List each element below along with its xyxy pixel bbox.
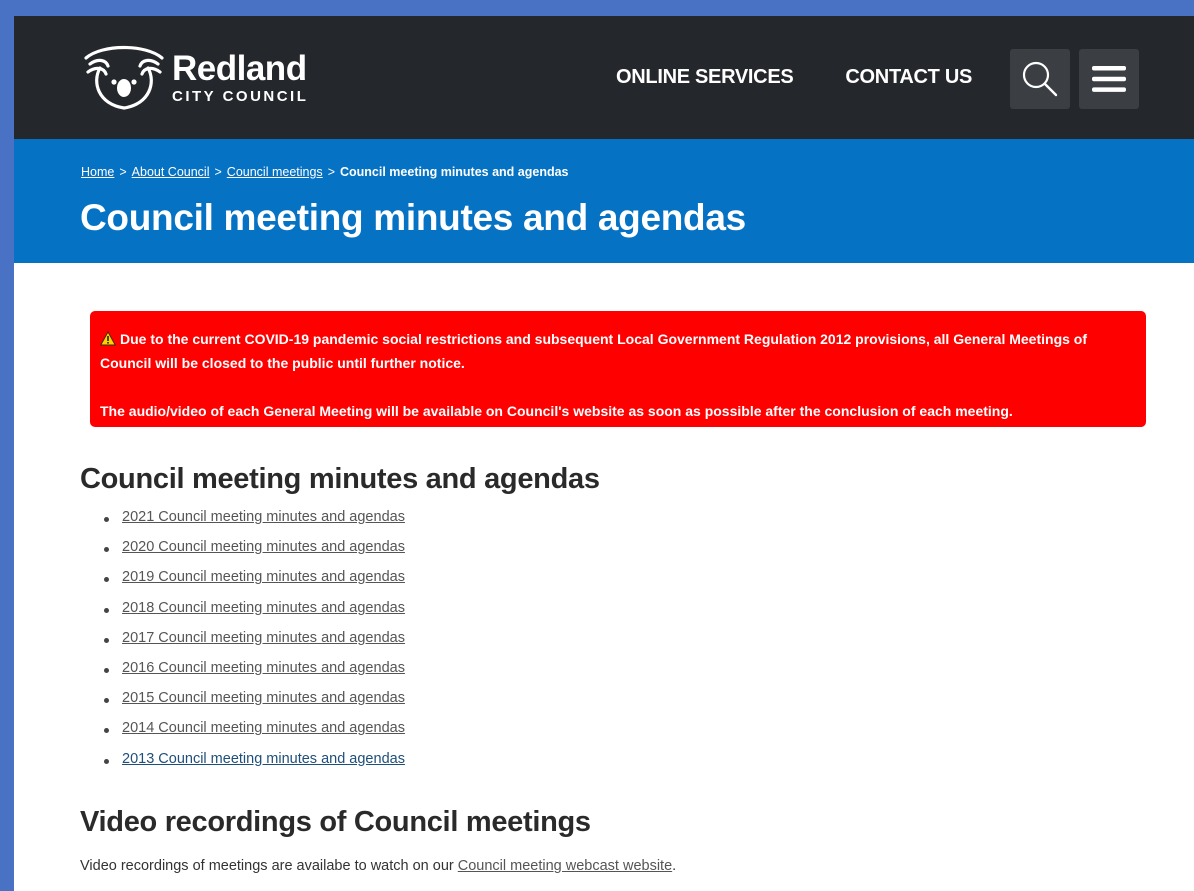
video-heading: Video recordings of Council meetings	[80, 806, 591, 838]
logo-wordmark: Redland CITY COUNCIL	[172, 51, 308, 104]
minutes-list: 2021 Council meeting minutes and agendas…	[104, 509, 405, 781]
alert-text-2: The audio/video of each General Meeting …	[100, 403, 1013, 419]
minutes-link-2016[interactable]: 2016 Council meeting minutes and agendas	[122, 660, 405, 676]
warning-icon	[100, 331, 116, 346]
video-text-after: .	[672, 858, 677, 874]
list-item: 2014 Council meeting minutes and agendas	[104, 720, 405, 750]
site-header: Redland CITY COUNCIL ONLINE SERVICES CON…	[14, 16, 1194, 139]
minutes-link-2018[interactable]: 2018 Council meeting minutes and agendas	[122, 600, 405, 616]
koala-logo-icon	[84, 45, 164, 110]
video-description: Video recordings of meetings are availab…	[80, 858, 676, 874]
breadcrumb: Home > About Council > Council meetings > Coun…	[81, 165, 569, 179]
menu-button[interactable]	[1079, 49, 1139, 109]
main-nav: ONLINE SERVICES CONTACT US	[616, 16, 972, 139]
search-button[interactable]	[1010, 49, 1070, 109]
browser-viewport: Redland CITY COUNCIL ONLINE SERVICES CON…	[14, 16, 1194, 891]
hamburger-menu-icon	[1092, 66, 1126, 92]
list-item: 2019 Council meeting minutes and agendas	[104, 569, 405, 599]
nav-online-services[interactable]: ONLINE SERVICES	[616, 66, 794, 89]
video-text-before: Video recordings of meetings are availab…	[80, 858, 458, 874]
list-item: 2021 Council meeting minutes and agendas	[104, 509, 405, 539]
minutes-link-2021[interactable]: 2021 Council meeting minutes and agendas	[122, 509, 405, 525]
breadcrumb-about-council[interactable]: About Council	[132, 165, 210, 179]
list-item: 2020 Council meeting minutes and agendas	[104, 539, 405, 569]
list-item: 2017 Council meeting minutes and agendas	[104, 630, 405, 660]
minutes-heading: Council meeting minutes and agendas	[80, 463, 600, 495]
breadcrumb-separator: >	[119, 165, 127, 179]
search-icon	[1022, 61, 1058, 97]
breadcrumb-current: Council meeting minutes and agendas	[340, 165, 569, 179]
site-logo[interactable]: Redland CITY COUNCIL	[78, 38, 308, 116]
minutes-link-2014[interactable]: 2014 Council meeting minutes and agendas	[122, 720, 405, 736]
logo-subtitle: CITY COUNCIL	[172, 87, 309, 105]
page-title: Council meeting minutes and agendas	[80, 197, 746, 238]
breadcrumb-separator: >	[327, 165, 335, 179]
nav-contact-us[interactable]: CONTACT US	[845, 66, 972, 89]
list-item: 2015 Council meeting minutes and agendas	[104, 690, 405, 720]
minutes-link-2013[interactable]: 2013 Council meeting minutes and agendas	[122, 751, 405, 767]
list-item: 2016 Council meeting minutes and agendas	[104, 660, 405, 690]
breadcrumb-council-meetings[interactable]: Council meetings	[227, 165, 323, 179]
webcast-website-link[interactable]: Council meeting webcast website	[458, 858, 672, 874]
covid-alert: Due to the current COVID-19 pandemic soc…	[90, 311, 1146, 427]
list-item: 2018 Council meeting minutes and agendas	[104, 600, 405, 630]
minutes-link-2019[interactable]: 2019 Council meeting minutes and agendas	[122, 569, 405, 585]
minutes-link-2017[interactable]: 2017 Council meeting minutes and agendas	[122, 630, 405, 646]
minutes-link-2020[interactable]: 2020 Council meeting minutes and agendas	[122, 539, 405, 555]
list-item: 2013 Council meeting minutes and agendas	[104, 751, 405, 781]
page-banner: Home > About Council > Council meetings > Coun…	[14, 139, 1194, 263]
alert-text-1: Due to the current COVID-19 pandemic soc…	[100, 331, 1088, 371]
logo-name: Redland	[172, 48, 307, 88]
breadcrumb-separator: >	[214, 165, 222, 179]
alert-line-1: Due to the current COVID-19 pandemic soc…	[100, 327, 1134, 375]
minutes-link-2015[interactable]: 2015 Council meeting minutes and agendas	[122, 690, 405, 706]
breadcrumb-home[interactable]: Home	[81, 165, 114, 179]
